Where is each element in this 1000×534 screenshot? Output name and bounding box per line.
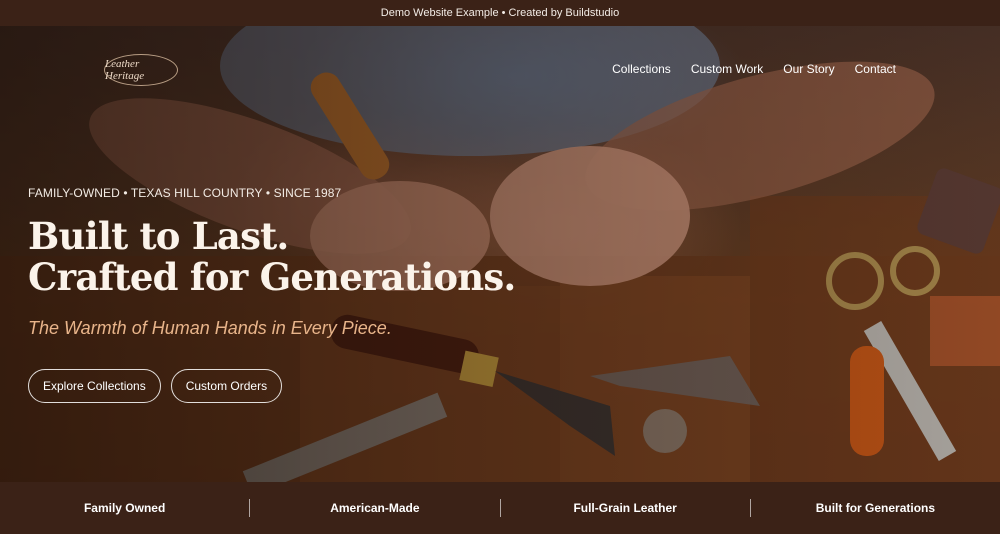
hero-headline: Built to Last. Crafted for Generations. [28,216,588,298]
nav-item-our-story[interactable]: Our Story [783,62,834,76]
demo-banner-text: Demo Website Example • Created by Builds… [380,7,620,19]
feature-built-for-generations: Built for Generations [815,501,936,515]
nav-item-collections[interactable]: Collections [612,62,671,76]
explore-collections-button[interactable]: Explore Collections [28,369,161,403]
feature-full-grain-leather: Full-Grain Leather [573,501,677,515]
feature-american-made: American-Made [330,501,420,515]
feature-bar: Family Owned American-Made Full-Grain Le… [0,482,1000,534]
main-nav: Collections Custom Work Our Story Contac… [612,62,896,76]
hero-section: Leather Heritage Collections Custom Work… [0,26,1000,482]
demo-banner: Demo Website Example • Created by Builds… [0,0,1000,26]
headline-line-1: Built to Last. [28,214,289,258]
hero-tagline: The Warmth of Human Hands in Every Piece… [28,318,392,338]
nav-item-custom-work[interactable]: Custom Work [691,62,763,76]
feature-family-owned: Family Owned [83,501,166,515]
custom-orders-button[interactable]: Custom Orders [170,369,283,403]
hero-cta-group: Explore Collections Custom Orders [28,369,283,403]
brand-logo[interactable]: Leather Heritage [104,54,178,86]
nav-item-contact[interactable]: Contact [855,62,896,76]
headline-line-2: Crafted for Generations. [28,255,516,299]
logo-text: Leather Heritage [105,58,145,82]
hero-eyebrow: FAMILY-OWNED • TEXAS HILL COUNTRY • SINC… [28,186,342,200]
